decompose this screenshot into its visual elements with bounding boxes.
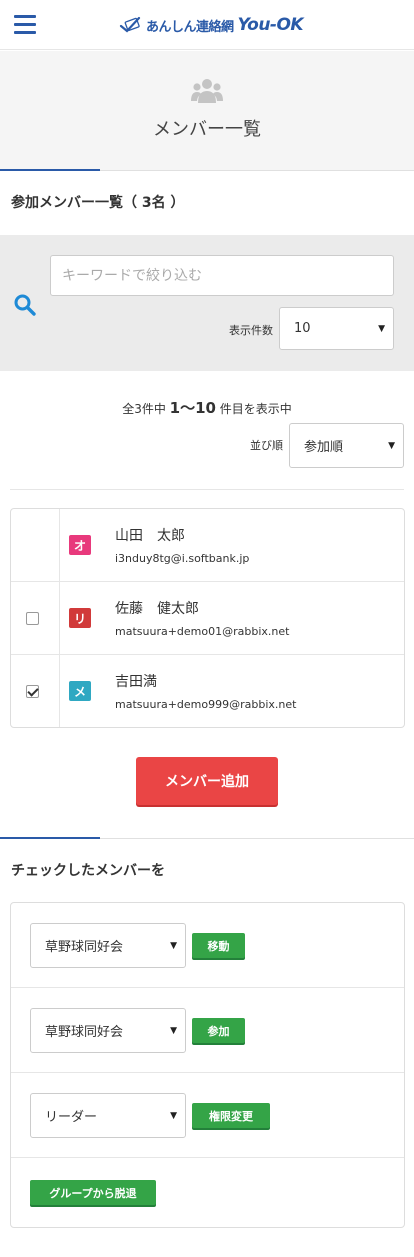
chevron-down-icon: ▼: [170, 1110, 177, 1121]
per-page-value: 10: [294, 321, 311, 336]
member-initial-badge: リ: [69, 608, 91, 628]
chevron-down-icon: ▼: [170, 1025, 177, 1036]
join-button[interactable]: 参加: [192, 1018, 245, 1043]
keyword-search-input[interactable]: [50, 255, 394, 296]
page-hero: メンバー一覧: [0, 51, 414, 171]
app-logo[interactable]: あんしん連絡網 You-OK: [118, 12, 304, 38]
member-email: matsuura+demo999@rabbix.net: [115, 698, 297, 711]
section-accent-line: [0, 837, 100, 839]
actions-section-title: チェックしたメンバーを: [11, 863, 165, 879]
chevron-down-icon: ▼: [170, 940, 177, 951]
move-group-value: 草野球同好会: [45, 940, 124, 955]
member-row: オ 山田 太郎 i3nduy8tg@i.softbank.jp: [11, 509, 404, 582]
members-section-title: 参加メンバー一覧（ 3名 ）: [11, 195, 185, 211]
add-member-button[interactable]: メンバー追加: [136, 757, 278, 805]
role-row: リーダー ▼ 権限変更: [11, 1073, 404, 1158]
per-page-select[interactable]: 10 ▼: [279, 307, 394, 350]
member-initial-badge: メ: [69, 681, 91, 701]
divider: [10, 489, 404, 490]
role-value: リーダー: [45, 1110, 98, 1125]
group-icon: [191, 79, 223, 103]
member-initial-badge: オ: [69, 535, 91, 555]
member-checkbox-checked[interactable]: [26, 685, 39, 698]
logo-mark-icon: [119, 16, 141, 33]
member-checkbox[interactable]: [26, 612, 39, 625]
sort-select[interactable]: 参加順 ▼: [289, 423, 404, 468]
chevron-down-icon: ▼: [378, 323, 385, 334]
hamburger-menu-icon[interactable]: [14, 15, 36, 35]
page-title: メンバー一覧: [153, 119, 261, 140]
join-row: 草野球同好会 ▼ 参加: [11, 988, 404, 1073]
member-email: i3nduy8tg@i.softbank.jp: [115, 552, 250, 565]
section-accent-line: [0, 169, 100, 171]
bulk-actions-panel: 草野球同好会 ▼ 移動 草野球同好会 ▼ 参加 リーダー ▼ 権限変更 グループ…: [10, 902, 405, 1228]
member-row: メ 吉田満 matsuura+demo999@rabbix.net: [11, 655, 404, 727]
role-select[interactable]: リーダー ▼: [30, 1093, 186, 1138]
join-group-value: 草野球同好会: [45, 1025, 124, 1040]
member-name: 吉田満: [115, 674, 157, 690]
join-group-select[interactable]: 草野球同好会 ▼: [30, 1008, 186, 1053]
member-list: オ 山田 太郎 i3nduy8tg@i.softbank.jp リ 佐藤 健太郎…: [10, 508, 405, 728]
section-divider: [100, 170, 414, 171]
filter-panel: 表示件数 10 ▼: [0, 235, 414, 371]
leave-group-button[interactable]: グループから脱退: [30, 1180, 156, 1205]
section-divider: [100, 838, 414, 839]
move-group-select[interactable]: 草野球同好会 ▼: [30, 923, 186, 968]
app-header: あんしん連絡網 You-OK: [0, 0, 414, 50]
search-icon[interactable]: [13, 293, 37, 317]
move-button[interactable]: 移動: [192, 933, 245, 958]
sort-label: 並び順: [250, 439, 283, 452]
change-role-button[interactable]: 権限変更: [192, 1103, 270, 1128]
logo-brand: You-OK: [237, 15, 304, 35]
move-row: 草野球同好会 ▼ 移動: [11, 903, 404, 988]
per-page-label: 表示件数: [229, 324, 273, 337]
member-name: 山田 太郎: [115, 528, 185, 544]
logo-text: あんしん連絡網: [146, 19, 234, 35]
sort-value: 参加順: [304, 440, 344, 455]
member-name: 佐藤 健太郎: [115, 601, 199, 617]
result-count: 全3件中 1〜10 件目を表示中: [122, 399, 292, 417]
member-row: リ 佐藤 健太郎 matsuura+demo01@rabbix.net: [11, 582, 404, 655]
member-email: matsuura+demo01@rabbix.net: [115, 625, 290, 638]
chevron-down-icon: ▼: [388, 440, 395, 451]
